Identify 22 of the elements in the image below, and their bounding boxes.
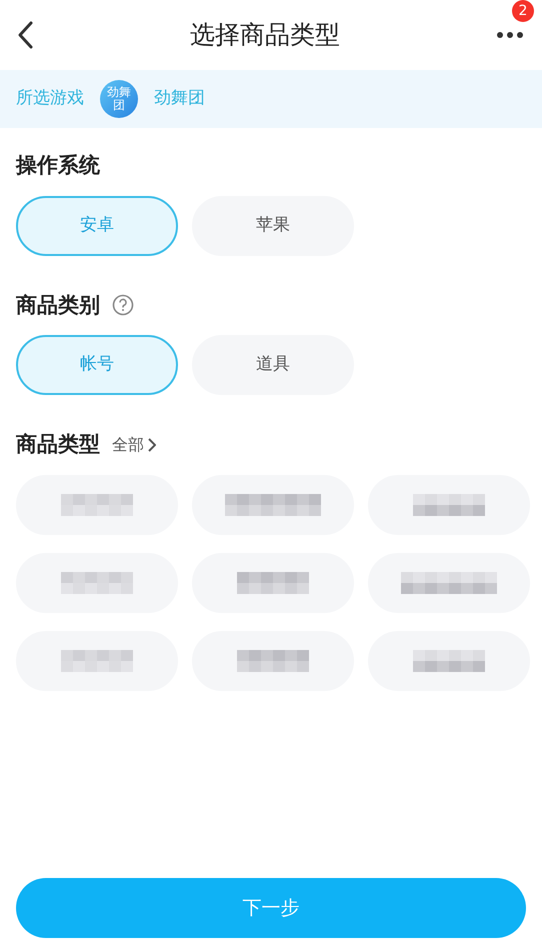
- help-icon[interactable]: [112, 294, 134, 316]
- game-name: 劲舞团: [154, 87, 205, 110]
- blurred-label-drawing: [61, 494, 133, 516]
- section-title: 商品类型: [16, 431, 100, 458]
- page-title: 选择商品类型: [190, 19, 340, 52]
- notification-badge: 2: [512, 0, 534, 22]
- blurred-label-drawing: [237, 650, 309, 672]
- back-icon[interactable]: [16, 20, 34, 50]
- section-title: 操作系统: [16, 152, 100, 179]
- chevron-right-icon: [148, 438, 156, 452]
- game-logo: 劲舞团: [100, 80, 138, 118]
- blurred-label-drawing: [413, 650, 485, 672]
- option-chip[interactable]: 苹果: [192, 196, 354, 256]
- blurred-label-drawing: [413, 494, 485, 516]
- more-icon[interactable]: [496, 31, 524, 39]
- option-chip[interactable]: 道具: [192, 335, 354, 395]
- section-title: 商品类别: [16, 292, 100, 318]
- filter-link[interactable]: 全部: [112, 432, 156, 457]
- blurred-label-drawing: [237, 572, 309, 594]
- banner-label: 所选游戏: [16, 87, 84, 110]
- blurred-label-drawing: [61, 572, 133, 594]
- blurred-label-drawing: [61, 650, 133, 672]
